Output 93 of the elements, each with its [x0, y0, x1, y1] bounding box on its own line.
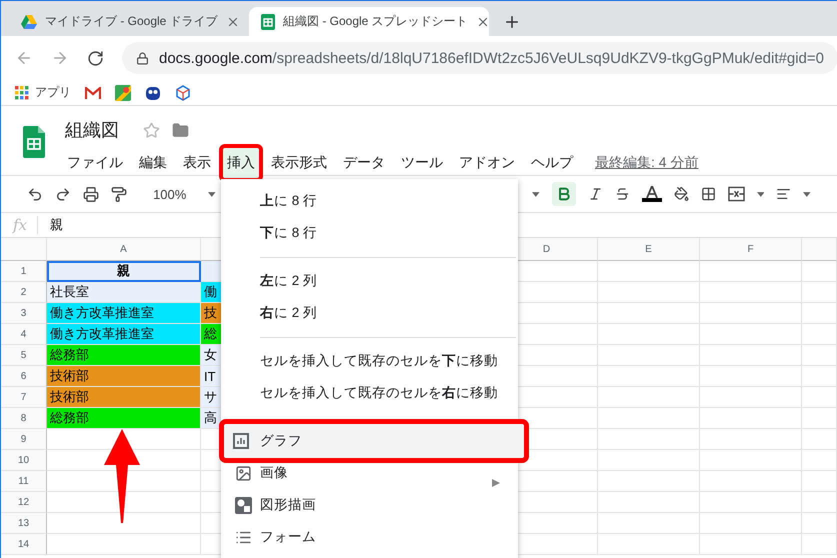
table-cell: [802, 450, 837, 471]
redo-icon[interactable]: [55, 186, 72, 202]
table-cell: [802, 471, 837, 492]
bold-button[interactable]: [552, 182, 576, 206]
table-cell: 親: [47, 261, 201, 282]
table-cell: 社長室: [47, 282, 201, 303]
table-cell: 総務部: [47, 345, 201, 366]
menu-item[interactable]: 図形描画: [221, 489, 518, 521]
row-header[interactable]: 5: [1, 345, 47, 366]
browser-tab[interactable]: 組織図 - Google スプレッドシート: [249, 7, 489, 36]
image-icon: [235, 464, 252, 482]
strikethrough-icon[interactable]: [614, 186, 630, 202]
table-cell: [802, 387, 837, 408]
sheets-logo-icon: [23, 126, 45, 158]
paint-format-icon[interactable]: [111, 186, 128, 202]
menu-item[interactable]: アドオン: [451, 144, 523, 182]
table-cell: [802, 492, 837, 513]
zoom-select[interactable]: 100%: [153, 186, 186, 202]
caret-icon: [532, 192, 540, 196]
document-title[interactable]: 組織図: [65, 118, 119, 142]
row-header[interactable]: 11: [1, 471, 47, 492]
menu-item[interactable]: ツール: [393, 144, 451, 182]
robot-icon[interactable]: [145, 84, 161, 100]
row-header[interactable]: 10: [1, 450, 47, 471]
row-header[interactable]: 2: [1, 282, 47, 303]
undo-icon[interactable]: [27, 186, 44, 202]
row-header[interactable]: 3: [1, 303, 47, 324]
table-cell: [802, 408, 837, 429]
caret-icon: [803, 192, 812, 196]
table-cell: 総務部: [47, 408, 201, 429]
column-header[interactable]: A: [47, 238, 201, 261]
table-cell: 技術部: [47, 366, 201, 387]
menu-item[interactable]: 上に 8 行: [221, 185, 518, 217]
row-header[interactable]: 7: [1, 387, 47, 408]
reload-icon[interactable]: [87, 50, 104, 66]
align-icon[interactable]: [776, 186, 792, 202]
column-header[interactable]: E: [598, 238, 700, 261]
table-cell: 働き方改革推進室: [47, 324, 201, 345]
text-color-icon[interactable]: [642, 186, 662, 202]
row-header[interactable]: 13: [1, 513, 47, 534]
table-cell: [802, 429, 837, 450]
print-icon[interactable]: [83, 186, 100, 202]
menu-item[interactable]: 編集: [131, 144, 175, 182]
table-cell: [802, 345, 837, 366]
row-header[interactable]: 6: [1, 366, 47, 387]
row-header[interactable]: 4: [1, 324, 47, 345]
table-cell: [802, 366, 837, 387]
last-edit-link[interactable]: 最終編集: 4 分前: [595, 154, 698, 172]
caret-icon: [208, 192, 216, 196]
row-header[interactable]: 12: [1, 492, 47, 513]
menu-item[interactable]: データ: [335, 144, 393, 182]
table-cell: [802, 534, 837, 555]
folder-icon[interactable]: [172, 122, 189, 138]
address-bar[interactable]: docs.google.com/spreadsheets/d/18lqU7186efIDWt2zc5J6VeULsq9UdKZV9-tkgGgPMuk/edit#gid=0: [122, 42, 837, 74]
menu-item[interactable]: フォーム: [221, 521, 518, 553]
bookmark-label[interactable]: アプリ: [35, 84, 71, 101]
caret-icon: [756, 192, 764, 196]
column-header[interactable]: F: [700, 238, 802, 261]
table-cell: [802, 261, 837, 282]
row-header[interactable]: 14: [1, 534, 47, 555]
merge-icon[interactable]: [728, 186, 745, 202]
formula-label: fx: [13, 216, 38, 234]
menu-item[interactable]: 表示形式: [263, 144, 335, 182]
cube-icon[interactable]: [175, 84, 191, 100]
mail-icon[interactable]: [85, 86, 101, 98]
table-cell: [802, 282, 837, 303]
corner-cell[interactable]: [1, 238, 47, 261]
shapes-icon: [235, 496, 252, 514]
star-icon[interactable]: [143, 122, 160, 138]
lock-icon: [136, 52, 149, 64]
formula-field[interactable]: 親: [50, 216, 64, 234]
table-cell: 技術部: [47, 387, 201, 408]
map-icon[interactable]: [115, 84, 131, 100]
spreadsheet-icon: [261, 14, 275, 30]
table-cell: [802, 513, 837, 534]
borders-icon[interactable]: [700, 186, 716, 202]
table-cell: [802, 324, 837, 345]
apps-icon[interactable]: [15, 86, 29, 100]
menu-item[interactable]: グラフ: [219, 419, 529, 463]
menu-item[interactable]: ファイル: [59, 144, 131, 182]
row-header[interactable]: 8: [1, 408, 47, 429]
table-cell: 働き方改革推進室: [47, 303, 201, 324]
browser-tab[interactable]: マイドライブ - Google ドライブ: [9, 7, 249, 36]
menu-item[interactable]: 挿入: [219, 144, 263, 182]
row-header[interactable]: 9: [1, 429, 47, 450]
menu-item[interactable]: 表示: [175, 144, 219, 182]
table-cell: [802, 303, 837, 324]
drive-icon: [21, 14, 37, 28]
italic-icon[interactable]: [588, 186, 603, 202]
menu-item[interactable]: ヘルプ: [523, 144, 581, 182]
row-header[interactable]: 1: [1, 261, 47, 282]
fill-color-icon[interactable]: [674, 186, 689, 202]
chart-icon: [233, 433, 249, 449]
